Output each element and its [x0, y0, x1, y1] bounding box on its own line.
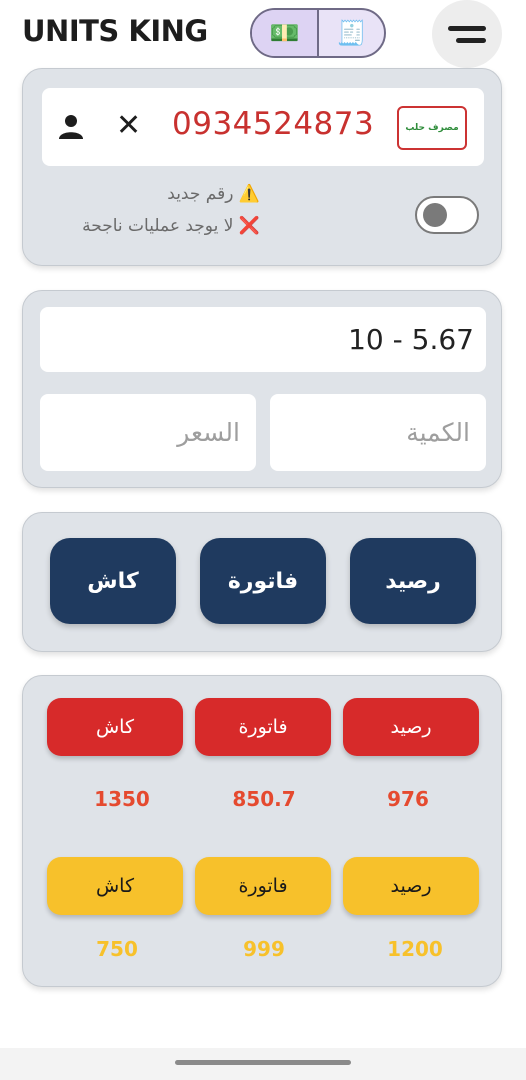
cash-view-toggle[interactable]: 💵: [252, 10, 319, 56]
clear-phone-icon[interactable]: ✕: [116, 108, 141, 143]
app-title: UNITS KING: [22, 14, 208, 48]
receipt-view-toggle[interactable]: 🧾: [319, 10, 384, 56]
stat-red-balance-button[interactable]: رصيد: [343, 698, 479, 756]
cash-button[interactable]: كاش: [50, 538, 176, 624]
stat-yellow-cash-button[interactable]: كاش: [47, 857, 183, 915]
quantity-input[interactable]: الكمية: [270, 394, 486, 471]
money-icon: 💵: [269, 19, 300, 47]
menu-icon: [448, 26, 486, 31]
operator-logo-text: مصرف حلب: [405, 123, 459, 133]
home-gesture-handle[interactable]: [175, 1060, 351, 1065]
price-input[interactable]: السعر: [40, 394, 256, 471]
stat-yellow-invoice-button[interactable]: فاتورة: [195, 857, 331, 915]
menu-icon-line: [456, 38, 486, 43]
switch-knob: [423, 203, 447, 227]
new-number-warning: ⚠️ رقم جديد: [167, 184, 260, 204]
user-icon[interactable]: [58, 113, 84, 141]
stat-red-invoice-value: 850.7: [232, 787, 296, 811]
stat-yellow-invoice-value: 999: [243, 937, 285, 961]
stat-red-cash-button[interactable]: كاش: [47, 698, 183, 756]
stat-red-cash-value: 1350: [94, 787, 150, 811]
receipt-icon: 🧾: [336, 19, 367, 47]
menu-button[interactable]: [432, 0, 502, 68]
stat-red-invoice-button[interactable]: فاتورة: [195, 698, 331, 756]
view-toggle[interactable]: 💵 🧾: [250, 8, 386, 58]
stat-red-balance-value: 976: [387, 787, 429, 811]
invoice-button[interactable]: فاتورة: [200, 538, 326, 624]
no-transactions-status: ❌ لا يوجد عمليات ناجحة: [82, 216, 260, 236]
mode-switch[interactable]: [415, 196, 479, 234]
balance-button[interactable]: رصيد: [350, 538, 476, 624]
stat-yellow-balance-value: 1200: [387, 937, 443, 961]
operator-logo: مصرف حلب: [397, 106, 467, 150]
amount-input[interactable]: 10 - 5.67: [40, 307, 486, 372]
stat-yellow-cash-value: 750: [96, 937, 138, 961]
phone-number[interactable]: 0934524873: [172, 106, 374, 142]
stat-yellow-balance-button[interactable]: رصيد: [343, 857, 479, 915]
